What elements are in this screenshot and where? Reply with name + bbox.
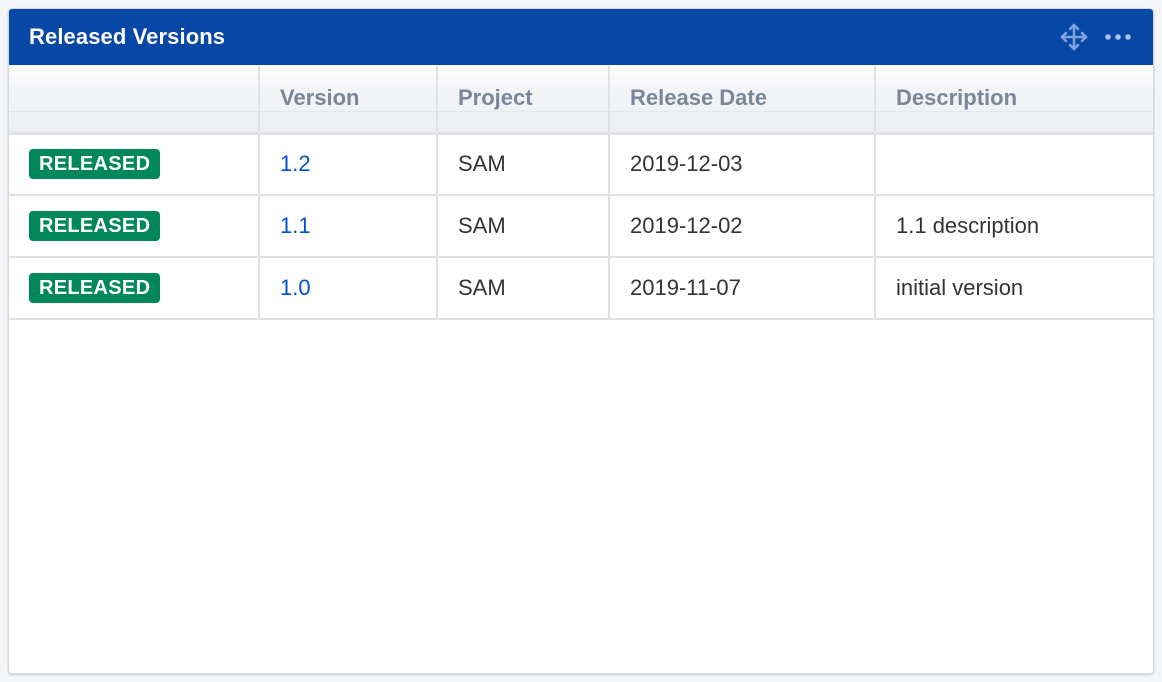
release-date-cell: 2019-12-03 (609, 133, 876, 196)
gadget-header: Released Versions (9, 9, 1153, 65)
gadget-title: Released Versions (29, 24, 226, 49)
version-link[interactable]: 1.1 (280, 213, 311, 238)
description-cell: 1.1 description (875, 195, 1153, 258)
header-actions (1059, 22, 1133, 52)
version-link[interactable]: 1.0 (280, 275, 311, 300)
release-date-cell: 2019-11-07 (609, 257, 876, 320)
move-arrows-icon[interactable] (1059, 22, 1089, 52)
status-lozenge: RELEASED (29, 273, 161, 303)
table-row: RELEASED 1.2 SAM 2019-12-03 (9, 133, 1153, 196)
status-cell: RELEASED (9, 257, 260, 320)
column-header-project[interactable]: Project (437, 65, 610, 135)
project-cell: SAM (437, 133, 610, 196)
column-header-release-date[interactable]: Release Date (609, 65, 876, 135)
table-row: RELEASED 1.1 SAM 2019-12-02 1.1 descript… (9, 195, 1153, 258)
description-cell (875, 133, 1153, 196)
table-row: RELEASED 1.0 SAM 2019-11-07 initial vers… (9, 257, 1153, 320)
released-versions-gadget: Released Versions Version Project Releas… (8, 8, 1154, 674)
status-lozenge: RELEASED (29, 211, 161, 241)
column-header-status (9, 65, 260, 135)
version-cell: 1.0 (259, 257, 438, 320)
table-header-row: Version Project Release Date Description (9, 65, 1153, 135)
project-cell: SAM (437, 257, 610, 320)
version-cell: 1.2 (259, 133, 438, 196)
more-ellipsis-icon[interactable] (1103, 22, 1133, 52)
status-cell: RELEASED (9, 133, 260, 196)
project-cell: SAM (437, 195, 610, 258)
versions-table: Version Project Release Date Description… (9, 65, 1153, 320)
column-header-version[interactable]: Version (259, 65, 438, 135)
version-cell: 1.1 (259, 195, 438, 258)
status-lozenge: RELEASED (29, 149, 161, 180)
release-date-cell: 2019-12-02 (609, 195, 876, 258)
version-link[interactable]: 1.2 (280, 151, 311, 176)
status-cell: RELEASED (9, 195, 260, 258)
column-header-description[interactable]: Description (875, 65, 1153, 135)
description-cell: initial version (875, 257, 1153, 320)
